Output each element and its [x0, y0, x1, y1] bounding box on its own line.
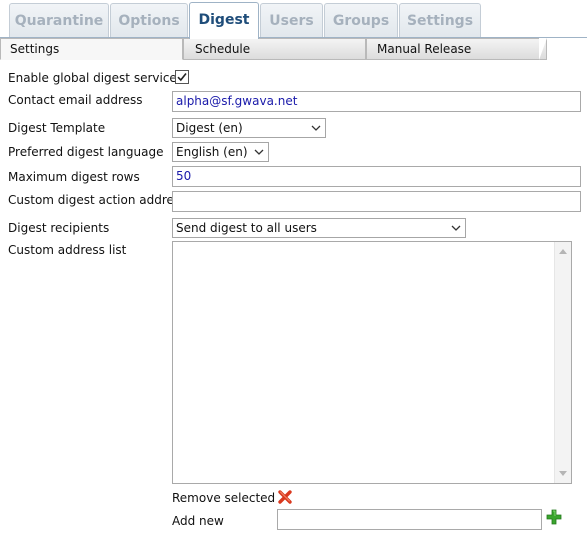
scroll-up-icon[interactable]: [559, 248, 567, 254]
green-plus-icon[interactable]: [546, 509, 562, 525]
add-new-input[interactable]: [277, 509, 542, 530]
enable-digest-label: Enable global digest services: [8, 71, 184, 85]
subtab-manual-release[interactable]: Manual Release: [366, 38, 547, 60]
recipients-value: Send digest to all users: [176, 221, 317, 235]
digest-template-value: Digest (en): [176, 121, 243, 135]
tab-users[interactable]: Users: [260, 3, 323, 38]
remove-selected-label: Remove selected: [172, 491, 276, 505]
digest-language-label: Preferred digest language: [8, 145, 164, 159]
main-tab-bar: Quarantine Options Digest Users Groups S…: [0, 0, 587, 39]
tab-digest[interactable]: Digest: [189, 2, 259, 39]
subtab-schedule[interactable]: Schedule: [183, 38, 366, 60]
chevron-down-icon: [451, 225, 461, 231]
address-list-scrollbar[interactable]: [554, 242, 571, 483]
custom-action-label: Custom digest action address: [8, 193, 187, 207]
digest-language-value: English (en): [176, 145, 248, 159]
subtab-corner: [539, 38, 547, 60]
recipients-select[interactable]: Send digest to all users: [172, 218, 466, 238]
subtab-settings[interactable]: Settings: [0, 38, 183, 60]
digest-language-select[interactable]: English (en): [172, 142, 269, 162]
chevron-down-icon: [254, 149, 264, 155]
red-x-icon[interactable]: [277, 489, 293, 505]
max-rows-input[interactable]: 50: [172, 166, 581, 187]
scroll-down-icon[interactable]: [559, 471, 567, 477]
custom-action-input[interactable]: [172, 191, 581, 212]
tab-groups[interactable]: Groups: [324, 3, 398, 38]
tab-options[interactable]: Options: [110, 3, 188, 38]
enable-digest-checkbox[interactable]: [175, 70, 189, 84]
chevron-down-icon: [311, 125, 321, 131]
add-new-label: Add new: [172, 514, 224, 528]
tab-quarantine[interactable]: Quarantine: [9, 3, 109, 38]
contact-email-label: Contact email address: [8, 93, 143, 107]
digest-template-select[interactable]: Digest (en): [172, 118, 326, 138]
sub-tab-bar: Settings Schedule Manual Release: [0, 38, 587, 60]
contact-email-input[interactable]: alpha@sf.gwava.net: [172, 91, 581, 112]
address-list-label: Custom address list: [8, 243, 127, 257]
tab-settings[interactable]: Settings: [399, 3, 481, 38]
recipients-label: Digest recipients: [8, 221, 110, 235]
address-list-box[interactable]: [172, 241, 572, 484]
max-rows-label: Maximum digest rows: [8, 170, 140, 184]
digest-template-label: Digest Template: [8, 121, 106, 135]
